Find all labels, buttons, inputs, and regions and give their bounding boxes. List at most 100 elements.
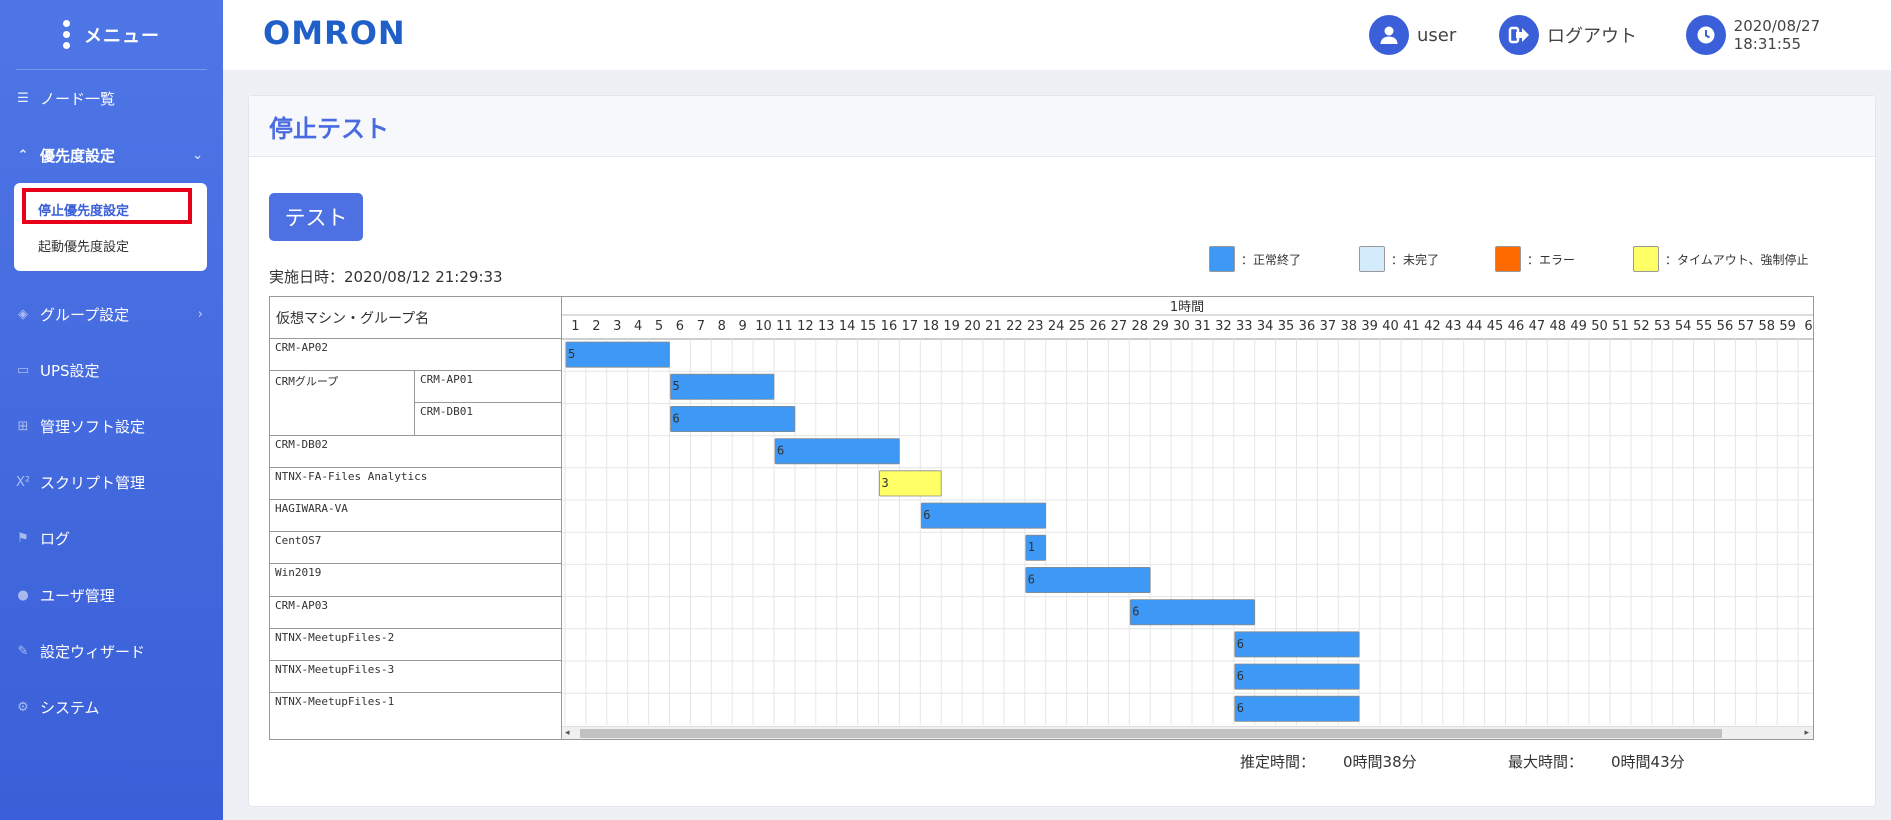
sidebar-item-9[interactable]: ⚙ システム <box>0 679 223 735</box>
sidebar-item-7[interactable]: ● ユーザ管理 <box>0 567 223 623</box>
minute-tick-label: 46 <box>1508 319 1525 334</box>
vm-name-cell: NTNX-FA-Files Analytics <box>270 468 561 500</box>
test-button[interactable]: テスト <box>269 193 363 241</box>
double-chevron-up-icon: ⌃ <box>17 147 29 163</box>
minute-tick-label: 35 <box>1278 319 1295 334</box>
superscript-icon: X² <box>15 474 31 490</box>
gantt-bar <box>565 341 670 368</box>
vm-name-cell: Win2019 <box>270 564 561 597</box>
minute-tick-label: 40 <box>1382 319 1399 334</box>
page-title: 停止テスト <box>249 96 1875 157</box>
datetime-display: 2020/08/27 18:31:55 <box>1686 14 1891 56</box>
logout-label: ログアウト <box>1547 26 1637 47</box>
sidebar-item-0[interactable]: ☰ ノード一覧 <box>0 70 223 126</box>
user-name: user <box>1417 24 1457 46</box>
vm-name-cell: NTNX-MeetupFiles-1 <box>275 695 395 709</box>
gantt-svg: 1時間1 2 3 4 5 6 7 8 9 10 11 12 13 14 15 16 17 18 19 20 21 22 23… <box>562 300 1813 726</box>
menu-header[interactable]: メニュー <box>16 0 207 70</box>
vm-name-cell: HAGIWARA-VA <box>270 500 561 533</box>
sidebar-item-label: 優先度設定 <box>40 146 116 165</box>
gantt-bar <box>1234 663 1360 690</box>
group-name-cell: CRMグループ <box>270 371 415 436</box>
minute-tick-label: 51 <box>1612 319 1629 334</box>
name-column-header: 仮想マシン・グループ名 <box>270 297 561 339</box>
legend-swatch <box>1209 246 1235 272</box>
gantt-bar-label: 6 <box>1237 637 1244 651</box>
vm-name-cell: CentOS7 <box>270 532 561 565</box>
scroll-thumb[interactable] <box>580 729 1722 738</box>
chevron-right-icon: › <box>197 306 203 322</box>
gantt-bar <box>1025 566 1151 593</box>
minute-tick-label: 6 <box>676 319 684 334</box>
minute-tick-label: 11 <box>776 319 793 334</box>
gantt-bar-label: 6 <box>673 411 680 425</box>
minute-tick-label: 4 <box>634 319 642 334</box>
sidebar-item-8[interactable]: ✎ 設定ウィザード <box>0 623 223 679</box>
minute-tick-label: 21 <box>985 319 1002 334</box>
minute-tick-label: 2 <box>592 319 600 334</box>
minute-tick-label: 31 <box>1194 319 1211 334</box>
minute-tick-label: 7 <box>697 319 705 334</box>
gantt-bar-label: 5 <box>673 379 680 393</box>
gantt-bar <box>670 406 796 433</box>
member-name-cell: CRM-DB01 <box>415 403 561 436</box>
scroll-right-arrow-icon[interactable]: ▸ <box>1804 728 1809 738</box>
gantt-bar-label: 1 <box>1028 540 1035 554</box>
user-icon: ● <box>17 587 29 603</box>
minute-tick-label: 3 <box>613 319 621 334</box>
member-name-cell: CRM-AP01 <box>415 371 561 404</box>
vm-name-cell: CRM-AP03 <box>270 597 561 629</box>
gantt-bar <box>1234 631 1360 658</box>
minute-tick-label: 49 <box>1570 319 1587 334</box>
minute-tick-label: 22 <box>1006 319 1023 334</box>
gantt-bar <box>1129 599 1256 626</box>
omron-logo: OMRON <box>263 14 406 52</box>
legend-item: ：エラー <box>1495 246 1575 272</box>
sidebar-item-1[interactable]: ⌃ 優先度設定 ⌄ <box>0 127 223 183</box>
minute-tick-label: 25 <box>1069 319 1086 334</box>
minute-tick-label: 53 <box>1654 319 1671 334</box>
scroll-left-arrow-icon[interactable]: ◂ <box>565 728 570 738</box>
sidebar: メニュー ☰ ノード一覧 ⌃ 優先度設定 ⌄ ◈ グループ設定 › ▭ UPS設定 ⊞ 管理ソフト設定… <box>0 0 223 820</box>
vm-name-cell: CRM-AP02 <box>270 339 561 372</box>
minute-tick-label: 6 <box>1804 319 1812 334</box>
sidebar-item-2[interactable]: ◈ グループ設定 › <box>0 286 223 342</box>
list-icon: ☰ <box>17 90 29 106</box>
sidebar-item-5[interactable]: X² スクリプト管理 <box>0 454 223 510</box>
minute-tick-label: 56 <box>1717 319 1734 334</box>
clock-icon <box>1686 15 1726 55</box>
gantt-bar-label: 6 <box>1028 572 1035 586</box>
minute-tick-label: 34 <box>1257 319 1274 334</box>
minute-tick-label: 17 <box>902 319 919 334</box>
minute-tick-label: 1 <box>571 319 579 334</box>
top-header: OMRON user ログアウト 2020/08/27 18:31:55 <box>223 0 1891 70</box>
sidebar-item-label: ユーザ管理 <box>40 586 115 605</box>
user-icon <box>1369 15 1409 55</box>
minute-tick-label: 10 <box>755 319 772 334</box>
minute-tick-label: 26 <box>1090 319 1107 334</box>
minute-tick-label: 50 <box>1591 319 1608 334</box>
horizontal-scrollbar[interactable]: ◂ ▸ <box>562 726 1813 739</box>
gantt-timeline: 1時間 1 2 3 4 5 6 7 8 9 10 11 12 13 14 15 16 17 18 19 20 21 22 23… <box>562 297 1813 739</box>
minute-tick-label: 8 <box>718 319 726 334</box>
minute-tick-label: 16 <box>881 319 898 334</box>
minute-tick-label: 28 <box>1131 319 1148 334</box>
priority-submenu: 停止優先度設定 起動優先度設定 <box>14 183 207 271</box>
sidebar-item-label: スクリプト管理 <box>40 473 146 492</box>
legend-label: ：未完了 <box>1391 252 1440 267</box>
legend-item: ：未完了 <box>1359 246 1439 272</box>
legend-label: ：エラー <box>1527 252 1576 267</box>
sidebar-item-3[interactable]: ▭ UPS設定 <box>0 342 223 398</box>
minute-tick-label: 19 <box>943 319 960 334</box>
sidebar-item-6[interactable]: ⚑ ログ <box>0 510 223 566</box>
minute-tick-label: 52 <box>1633 319 1650 334</box>
logout-button[interactable]: ログアウト <box>1499 14 1637 56</box>
battery-icon: ▭ <box>16 362 30 378</box>
minute-tick-label: 13 <box>818 319 835 334</box>
minute-tick-label: 47 <box>1529 319 1546 334</box>
legend-swatch <box>1495 246 1521 272</box>
sidebar-item-4[interactable]: ⊞ 管理ソフト設定 <box>0 398 223 454</box>
user-menu[interactable]: user <box>1369 14 1456 56</box>
submenu-start-priority[interactable]: 起動優先度設定 <box>14 227 207 263</box>
vm-name-cell: NTNX-MeetupFiles-2 <box>270 629 561 661</box>
